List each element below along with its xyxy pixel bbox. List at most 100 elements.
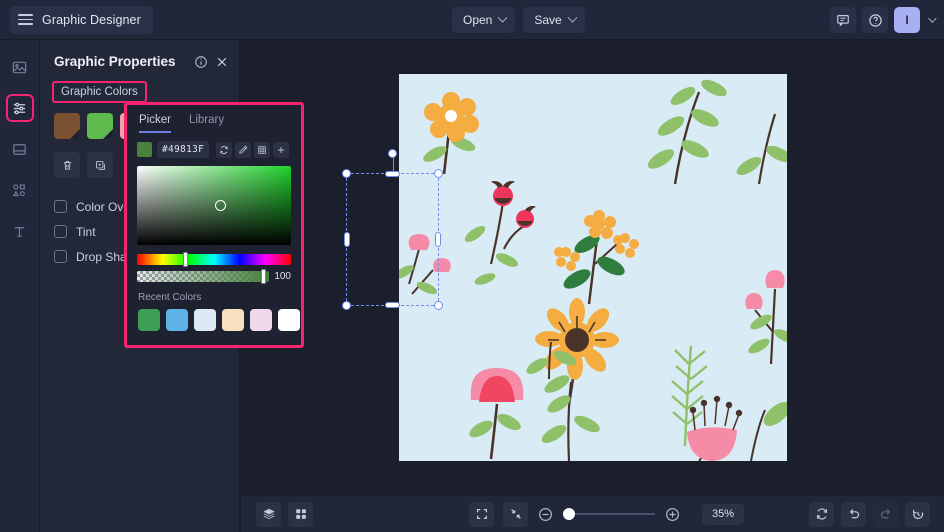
hex-input[interactable]: #49813F (157, 141, 210, 158)
recent-color-swatch[interactable] (222, 309, 244, 331)
zoom-level[interactable]: 35% (702, 503, 744, 525)
duplicate-icon (95, 160, 105, 170)
flower-sunflower (535, 298, 619, 405)
sidebar-item-layout[interactable] (6, 135, 34, 163)
graphic-colors-label[interactable]: Graphic Colors (52, 81, 147, 103)
avatar[interactable]: I (894, 7, 920, 33)
grid-view-button[interactable] (288, 501, 313, 527)
undo-button[interactable] (841, 501, 866, 527)
recent-color-swatch[interactable] (138, 309, 160, 331)
zoom-slider-handle[interactable] (563, 508, 575, 520)
flower-tulip-large (469, 368, 524, 460)
recent-color-swatch[interactable] (166, 309, 188, 331)
history-controls (809, 501, 930, 527)
history-icon (912, 509, 923, 520)
tab-picker[interactable]: Picker (139, 114, 171, 133)
chevron-down-icon (567, 12, 578, 23)
recent-colors-label: Recent Colors (138, 292, 202, 303)
add-color-button[interactable] (273, 141, 290, 158)
sidebar-item-shapes[interactable] (6, 176, 34, 204)
handle-top-left[interactable] (342, 169, 351, 178)
handle-left-mid[interactable] (344, 232, 350, 247)
color-swatch[interactable] (87, 113, 113, 139)
tab-library[interactable]: Library (189, 114, 224, 133)
alpha-slider[interactable] (137, 269, 270, 284)
sliders-icon (13, 102, 26, 114)
open-label: Open (463, 13, 493, 27)
recent-color-swatch[interactable] (278, 309, 300, 331)
recent-color-swatch[interactable] (250, 309, 272, 331)
page-title: Graphic Properties (54, 54, 176, 69)
alpha-slider-handle[interactable] (261, 269, 267, 284)
handle-top-right[interactable] (434, 169, 443, 178)
zoom-out-button[interactable] (537, 506, 554, 523)
top-bar: Graphic Designer Open Save I (0, 0, 944, 40)
palette-grid-button[interactable] (254, 141, 271, 158)
checkbox[interactable] (54, 225, 67, 238)
flower-berries (464, 181, 536, 285)
reset-button[interactable] (809, 501, 834, 527)
hue-slider[interactable] (137, 252, 291, 267)
redo-button[interactable] (873, 501, 898, 527)
info-icon (195, 55, 207, 68)
eyedropper-button[interactable] (235, 141, 252, 158)
sidebar-item-text[interactable] (6, 217, 34, 245)
info-button[interactable] (194, 55, 208, 69)
checkbox[interactable] (54, 250, 67, 263)
leafy-branch (647, 79, 727, 185)
floral-pattern-artwork (399, 79, 787, 461)
close-button[interactable] (215, 55, 229, 69)
color-picker-popup: Picker Library #49813F 100 Recent Colors (124, 102, 304, 348)
sidebar-item-properties[interactable] (5, 94, 34, 122)
handle-bottom-left[interactable] (342, 301, 351, 310)
flower-cluster-orange (554, 210, 639, 305)
checkbox[interactable] (54, 200, 67, 213)
layout-icon (13, 143, 26, 155)
hamburger-icon (18, 14, 33, 25)
picker-actions (216, 141, 290, 158)
left-rail (0, 40, 40, 532)
help-button[interactable] (862, 7, 888, 33)
close-icon (217, 57, 227, 66)
handle-rotate[interactable] (388, 149, 397, 158)
zoom-in-button[interactable] (664, 506, 681, 523)
history-button[interactable] (905, 501, 930, 527)
zoom-slider[interactable] (563, 508, 655, 520)
handle-top-mid[interactable] (385, 171, 400, 177)
layers-button[interactable] (256, 501, 281, 527)
sv-cursor[interactable] (215, 200, 226, 211)
save-label: Save (534, 13, 562, 27)
comment-button[interactable] (830, 7, 856, 33)
document-actions: Open Save (452, 7, 585, 33)
fit-screen-button[interactable] (503, 501, 528, 527)
color-swatch[interactable] (54, 113, 80, 139)
app-menu-button[interactable]: Graphic Designer (10, 5, 153, 34)
reset-icon (816, 508, 827, 520)
flower-tulip-right (745, 270, 787, 365)
alpha-value: 100 (274, 271, 291, 282)
sidebar-item-images[interactable] (6, 53, 34, 81)
selection-box[interactable] (342, 149, 443, 310)
grid-icon (295, 509, 306, 519)
chevron-down-icon[interactable] (928, 14, 937, 23)
handle-right-mid[interactable] (435, 232, 441, 247)
hex-row: #49813F (127, 133, 301, 158)
artboard[interactable] (399, 74, 787, 461)
recent-color-swatch[interactable] (194, 309, 216, 331)
handle-bottom-mid[interactable] (385, 302, 400, 308)
current-color-swatch[interactable] (137, 142, 152, 157)
saturation-value-area[interactable] (137, 166, 291, 245)
fullscreen-button[interactable] (469, 501, 494, 527)
hue-slider-handle[interactable] (183, 252, 189, 267)
shapes-icon (12, 183, 25, 196)
help-icon (868, 13, 882, 27)
image-icon (12, 61, 27, 73)
duplicate-button[interactable] (87, 152, 113, 178)
handle-bottom-right[interactable] (434, 301, 443, 310)
save-dropdown[interactable]: Save (523, 7, 585, 33)
open-dropdown[interactable]: Open (452, 7, 516, 33)
delete-button[interactable] (54, 152, 80, 178)
refresh-button[interactable] (216, 141, 233, 158)
canvas-area[interactable] (241, 40, 944, 495)
eyedropper-icon (239, 145, 248, 154)
